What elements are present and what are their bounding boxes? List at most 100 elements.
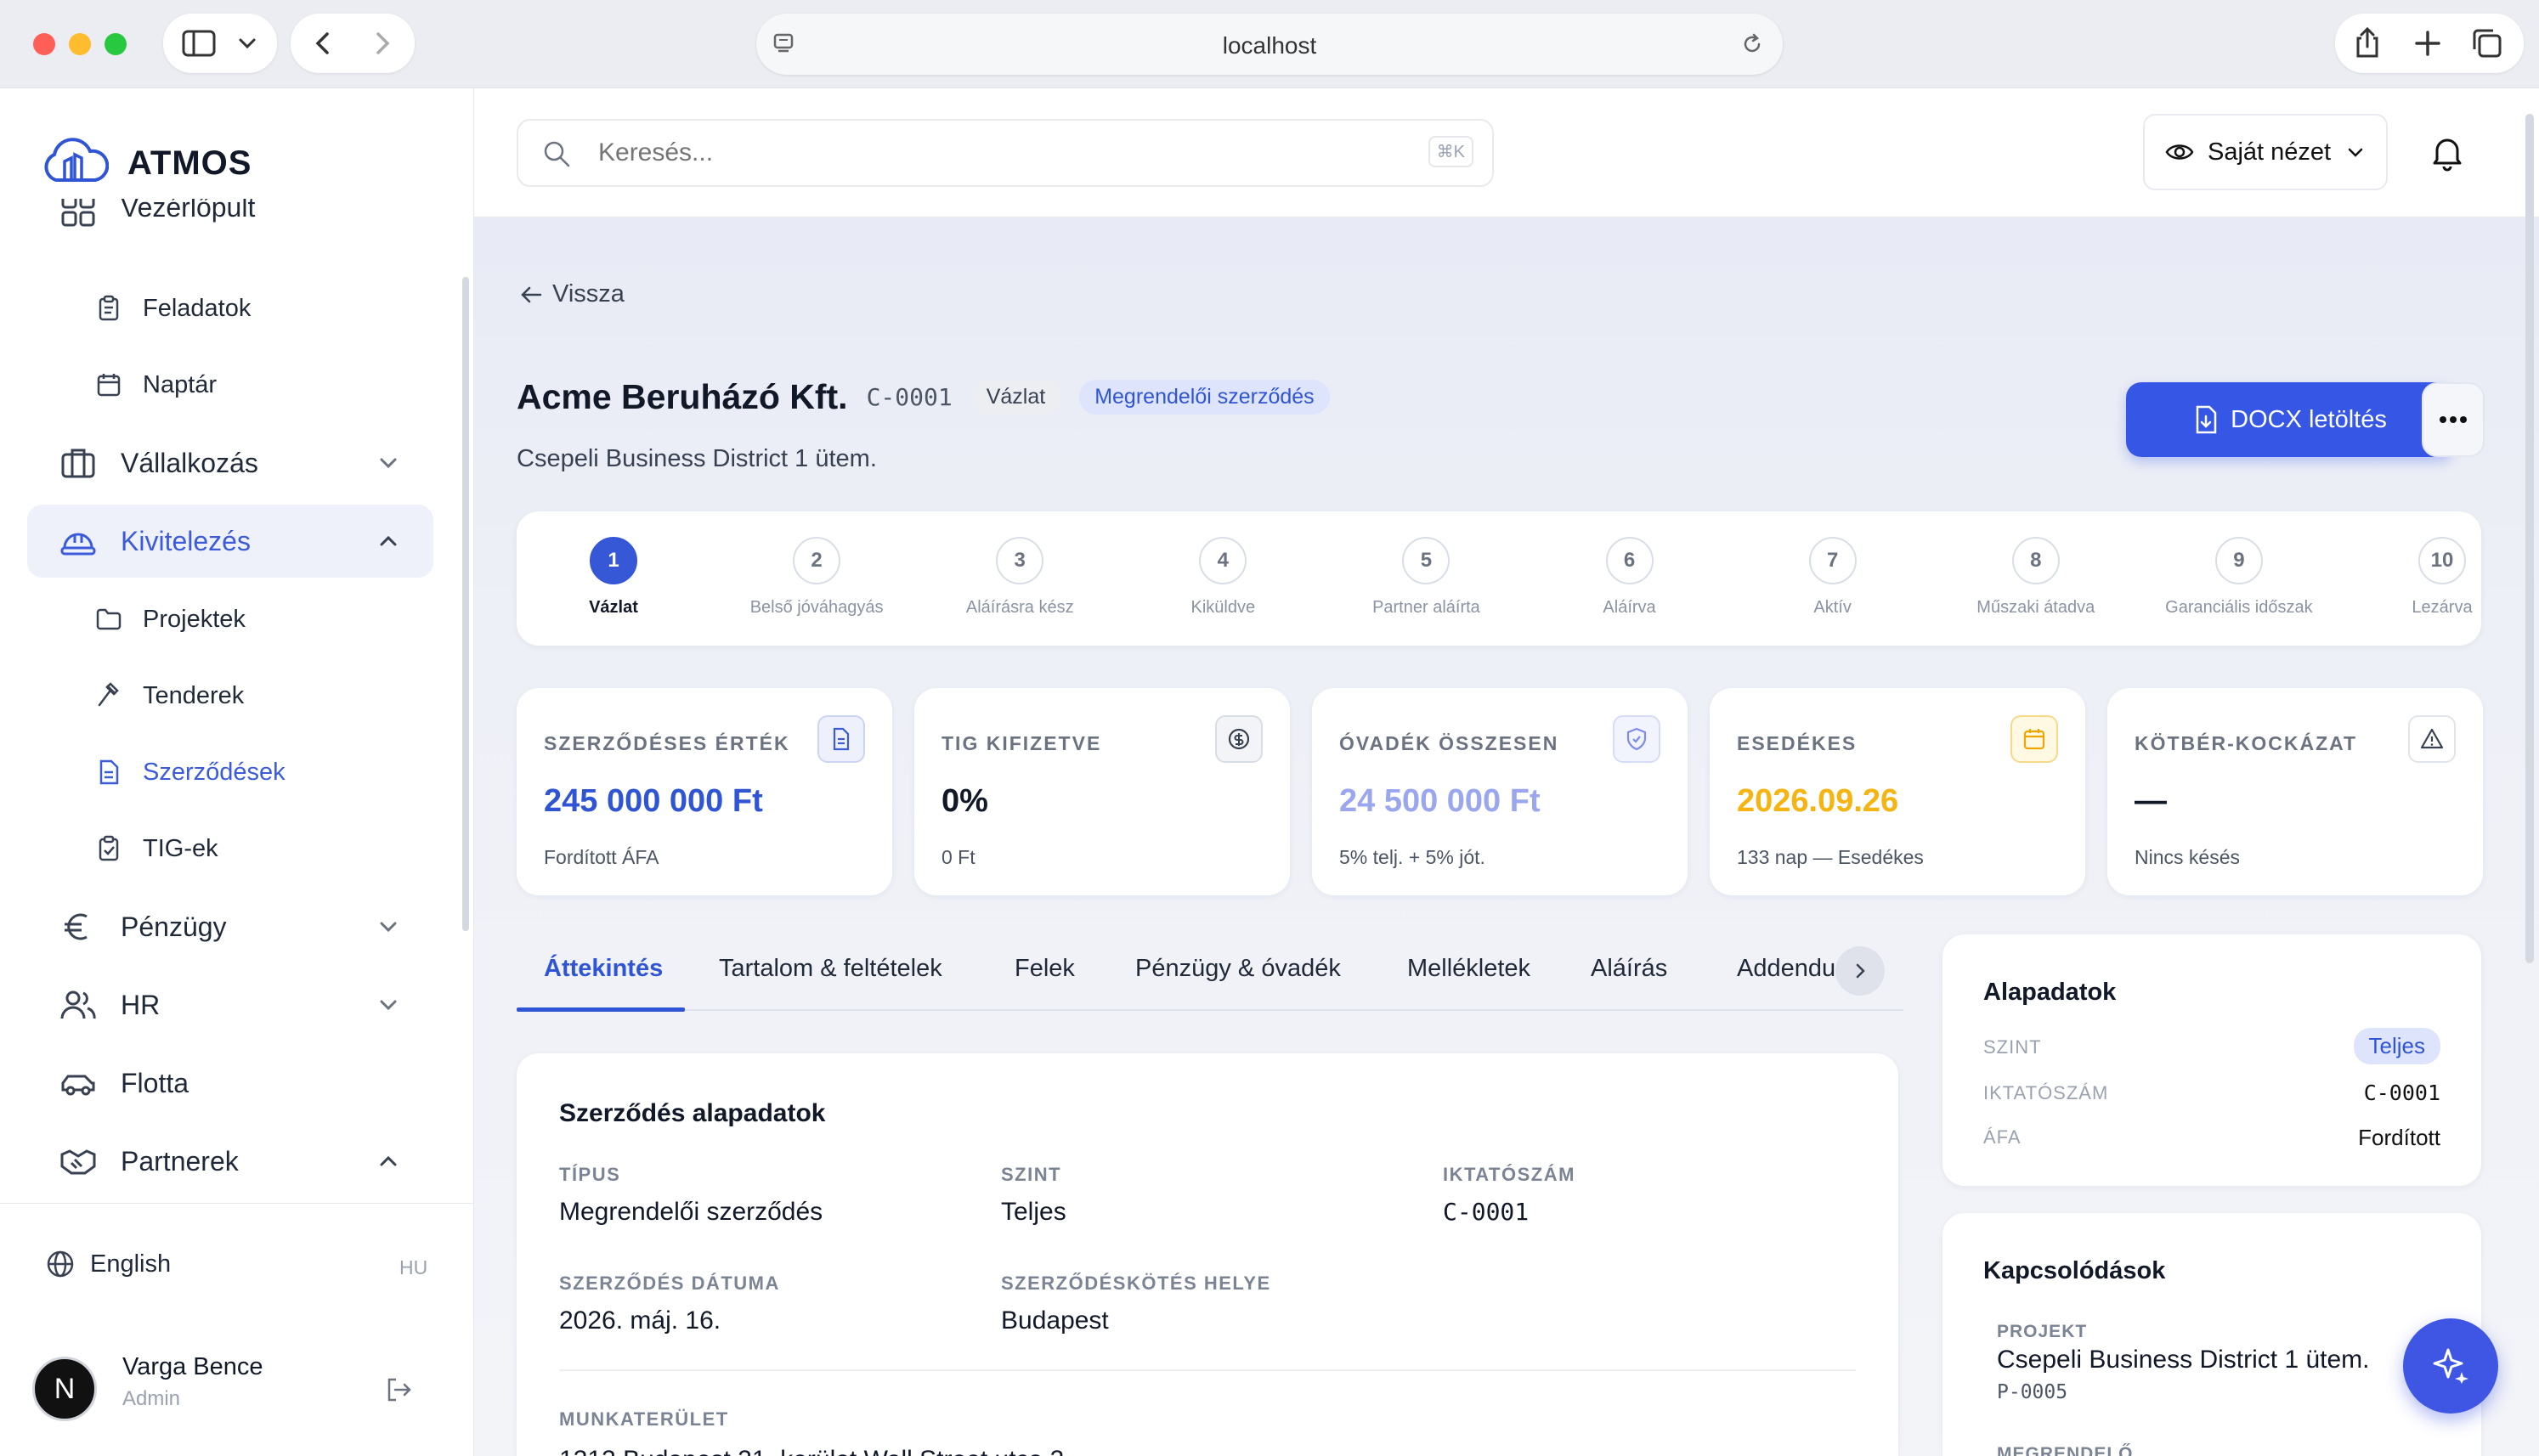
sidebar-item-construction[interactable]: Kivitelezés bbox=[27, 505, 433, 578]
step-6[interactable]: 6 Aláírva bbox=[1536, 537, 1723, 618]
brand-logo[interactable]: ATMOS bbox=[41, 136, 252, 190]
step-number: 2 bbox=[793, 537, 841, 584]
step-number: 9 bbox=[2214, 537, 2263, 584]
tabs-overview-icon[interactable] bbox=[2471, 27, 2503, 59]
docx-download-button[interactable]: DOCX letöltés bbox=[2126, 382, 2454, 457]
sidebar-item-label: Szerződések bbox=[143, 758, 286, 786]
tabs-scroll-right-button[interactable] bbox=[1835, 946, 1885, 996]
step-4[interactable]: 4 Kiküldve bbox=[1129, 537, 1316, 618]
file-download-icon bbox=[2196, 405, 2217, 434]
new-tab-icon[interactable] bbox=[2413, 29, 2442, 58]
sidebar-item-tenders[interactable]: Tenderek bbox=[95, 666, 244, 725]
step-number: 4 bbox=[1199, 537, 1247, 584]
page-title: Acme Beruházó Kft. bbox=[517, 377, 848, 416]
more-actions-button[interactable] bbox=[2422, 382, 2485, 457]
field-label: MUNKATERÜLET bbox=[559, 1408, 729, 1430]
search-input[interactable] bbox=[598, 133, 1346, 173]
users-icon bbox=[60, 990, 96, 1019]
car-icon bbox=[61, 1075, 95, 1096]
sidebar-item-projects[interactable]: Projektek bbox=[95, 590, 246, 649]
sidebar-item-calendar[interactable]: Naptár bbox=[95, 355, 217, 415]
maximize-window-button[interactable] bbox=[105, 33, 127, 55]
tab-parties[interactable]: Felek bbox=[1015, 955, 1075, 983]
tab-attachments[interactable]: Mellékletek bbox=[1407, 955, 1530, 983]
document-icon bbox=[99, 759, 119, 785]
stat-subtext: 5% telj. + 5% jót. bbox=[1339, 846, 1485, 868]
project-link[interactable]: Csepeli Business District 1 ütem. bbox=[1997, 1346, 2370, 1374]
tab-signature[interactable]: Aláírás bbox=[1591, 955, 1667, 983]
step-5[interactable]: 5 Partner aláírta bbox=[1332, 537, 1519, 618]
sidebar-item-tasks[interactable]: Feladatok bbox=[95, 279, 251, 338]
language-switcher[interactable]: English bbox=[46, 1250, 171, 1278]
sidebar-item-business[interactable]: Vállalkozás bbox=[27, 426, 433, 499]
avatar[interactable]: N bbox=[32, 1357, 97, 1421]
step-1[interactable]: 1 Vázlat bbox=[520, 537, 707, 618]
clipboard-check-icon bbox=[99, 835, 119, 861]
page-scrollbar[interactable] bbox=[2525, 114, 2534, 963]
grid-icon bbox=[61, 199, 95, 227]
sidebar-item-tigs[interactable]: TIG-ek bbox=[95, 819, 218, 878]
card-title: Szerződés alapadatok bbox=[559, 1099, 826, 1127]
docx-download-label: DOCX letöltés bbox=[2231, 405, 2387, 433]
field-label: SZERZŐDÉSKÖTÉS HELYE bbox=[1001, 1273, 1271, 1294]
sidebar-item-dashboard[interactable]: Vezérlőpult bbox=[27, 199, 433, 250]
step-3[interactable]: 3 Aláírásra kész bbox=[926, 537, 1113, 618]
warning-icon bbox=[2408, 715, 2456, 763]
sidebar-item-label: Projektek bbox=[143, 605, 246, 633]
search-box[interactable]: ⌘K bbox=[517, 119, 1494, 187]
stat-card: SZERZŐDÉSES ÉRTÉK 245 000 000 Ft Fordított… bbox=[517, 688, 892, 895]
step-number: 6 bbox=[1605, 537, 1654, 584]
stat-subtext: 0 Ft bbox=[942, 846, 975, 868]
step-label: Aláírásra kész bbox=[965, 598, 1074, 617]
step-8[interactable]: 8 Műszaki átadva bbox=[1942, 537, 2129, 618]
step-2[interactable]: 2 Belső jóváhagyás bbox=[723, 537, 910, 618]
sidebar-item-finance[interactable]: Pénzügy bbox=[27, 890, 433, 963]
sidebar-item-hr[interactable]: HR bbox=[27, 968, 433, 1041]
sidebar-item-label: Pénzügy bbox=[121, 911, 227, 942]
tab-finance-deposit[interactable]: Pénzügy & óvadék bbox=[1135, 955, 1341, 983]
eye-icon bbox=[2165, 144, 2194, 160]
stat-card: ÓVADÉK ÖSSZESEN 24 500 000 Ft 5% telj. + 5… bbox=[1312, 688, 1688, 895]
top-bar: ⌘K Saját nézet bbox=[474, 88, 2539, 217]
logout-icon[interactable] bbox=[384, 1375, 413, 1404]
bell-icon[interactable] bbox=[2430, 134, 2464, 172]
relations-card: Kapcsolódások PROJEKT Csepeli Business D… bbox=[1942, 1213, 2481, 1456]
stat-caption: TIG KIFIZETVE bbox=[942, 732, 1102, 754]
tab-addenda[interactable]: Addendumok bbox=[1737, 955, 1847, 983]
step-7[interactable]: 7 Aktív bbox=[1739, 537, 1926, 618]
back-arrow-icon[interactable] bbox=[311, 31, 336, 56]
handshake-icon bbox=[60, 1149, 96, 1175]
step-number: 5 bbox=[1402, 537, 1450, 584]
sidebar-item-label: Feladatok bbox=[143, 294, 252, 322]
sidebar-toggle-button[interactable] bbox=[163, 14, 277, 73]
forward-arrow-icon[interactable] bbox=[369, 31, 394, 56]
reload-icon[interactable] bbox=[1740, 32, 1764, 56]
back-link[interactable]: Vissza bbox=[518, 280, 625, 308]
stat-value: 245 000 000 Ft bbox=[544, 783, 763, 819]
close-window-button[interactable] bbox=[33, 33, 55, 55]
address-bar[interactable]: localhost bbox=[756, 14, 1783, 75]
tab-content-terms[interactable]: Tartalom & feltételek bbox=[719, 955, 942, 983]
calendar-icon bbox=[97, 374, 121, 397]
sidebar-item-partners[interactable]: Partnerek bbox=[27, 1125, 433, 1198]
step-number: 1 bbox=[590, 537, 637, 584]
step-9[interactable]: 9 Garanciális időszak bbox=[2146, 537, 2333, 618]
step-label: Partner aláírta bbox=[1372, 598, 1480, 617]
chevron-down-icon bbox=[380, 1000, 397, 1011]
step-label: Lezárva bbox=[2412, 598, 2473, 617]
tab-overview[interactable]: Áttekintés bbox=[544, 955, 663, 983]
sidebar-item-fleet[interactable]: Flotta bbox=[27, 1047, 433, 1120]
stat-caption: KÖTBÉR-KOCKÁZAT bbox=[2135, 732, 2358, 754]
row-label: MEGRENDELŐ bbox=[1997, 1444, 2134, 1456]
view-selector[interactable]: Saját nézet bbox=[2143, 114, 2388, 190]
row-label: ÁFA bbox=[1983, 1126, 2022, 1148]
share-icon[interactable] bbox=[2352, 25, 2383, 59]
sidebar-item-contracts[interactable]: Szerződések bbox=[95, 742, 286, 802]
browser-actions bbox=[2335, 14, 2524, 73]
step-10[interactable]: 10 Lezárva bbox=[2349, 537, 2536, 618]
ai-assistant-button[interactable] bbox=[2403, 1318, 2498, 1414]
minimize-window-button[interactable] bbox=[69, 33, 91, 55]
sidebar-scrollbar[interactable] bbox=[462, 277, 469, 931]
stat-card: TIG KIFIZETVE 0% 0 Ft bbox=[914, 688, 1290, 895]
sidebar-icon bbox=[182, 30, 216, 57]
